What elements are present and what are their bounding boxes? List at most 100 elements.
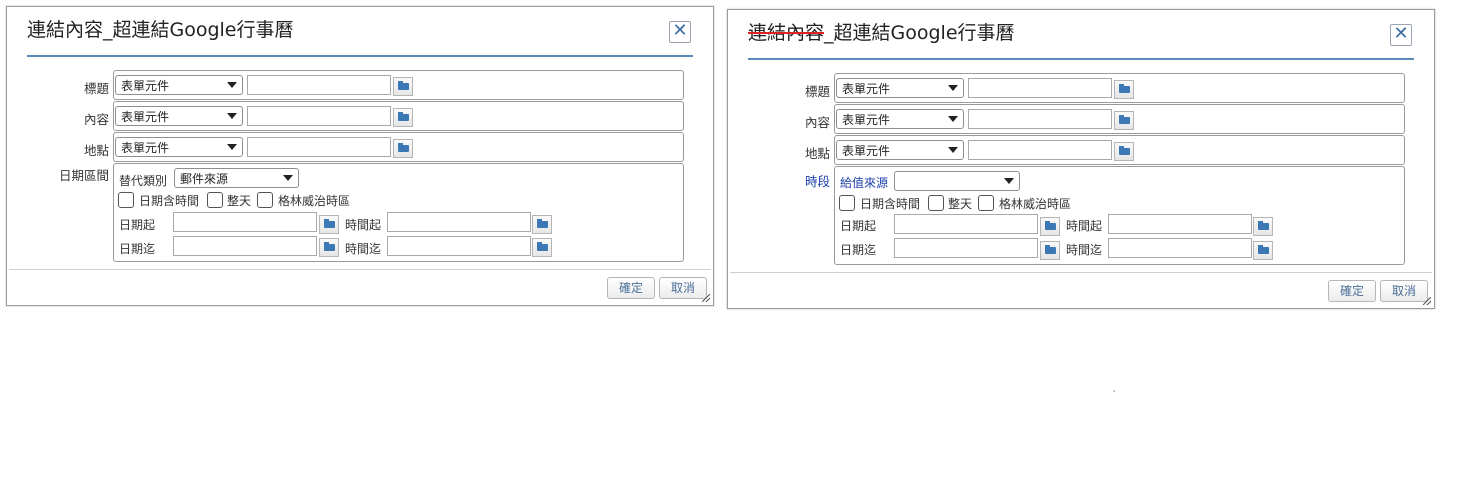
- content-input[interactable]: [968, 109, 1112, 129]
- gmt-checkbox[interactable]: [257, 192, 273, 208]
- folder-icon: [1119, 115, 1130, 124]
- content-input[interactable]: [247, 106, 391, 126]
- folder-icon: [324, 219, 335, 228]
- resize-grip-icon[interactable]: [1423, 297, 1431, 305]
- folder-icon: [537, 242, 548, 251]
- date-start-input[interactable]: [894, 214, 1038, 234]
- folder-icon: [1258, 245, 1269, 254]
- dialog-title: 連結內容_超連結Google行事曆: [748, 18, 1015, 45]
- date-time-label: 日期含時間: [139, 194, 200, 208]
- label-title: 標題: [804, 84, 830, 99]
- chevron-down-icon: [227, 144, 237, 150]
- title-rest-text: _超連結Google行事曆: [824, 22, 1015, 44]
- folder-icon: [1258, 221, 1269, 230]
- title-source-select[interactable]: 表單元件: [115, 75, 243, 95]
- time-end-input[interactable]: [1108, 238, 1252, 258]
- resize-grip-icon[interactable]: [702, 294, 710, 302]
- chevron-down-icon: [283, 175, 293, 181]
- date-time-checkbox[interactable]: [118, 192, 134, 208]
- date-end-picker[interactable]: [319, 238, 339, 257]
- time-end-picker[interactable]: [1253, 241, 1273, 260]
- alt-type-label: 替代類別: [119, 174, 168, 188]
- dialog-left: 連結內容_超連結Google行事曆 ✕ 標題 表單元件 內容 表單元件 地點 表…: [6, 6, 714, 306]
- content-picker-button[interactable]: [393, 108, 413, 127]
- location-source-select[interactable]: 表單元件: [836, 140, 964, 160]
- folder-icon: [1045, 221, 1056, 230]
- date-start-picker[interactable]: [319, 215, 339, 234]
- date-start-picker[interactable]: [1040, 217, 1060, 236]
- title-source-select[interactable]: 表單元件: [836, 78, 964, 98]
- location-source-select[interactable]: 表單元件: [115, 137, 243, 157]
- chevron-down-icon: [1004, 178, 1014, 184]
- ok-button[interactable]: 確定: [607, 277, 655, 299]
- footer-divider: [9, 269, 711, 270]
- ok-button[interactable]: 確定: [1328, 280, 1376, 302]
- all-day-checkbox[interactable]: [207, 192, 223, 208]
- close-icon[interactable]: ✕: [669, 21, 691, 43]
- title-picker-button[interactable]: [1114, 80, 1134, 99]
- date-start-label: 日期起: [840, 219, 877, 233]
- folder-icon: [398, 112, 409, 121]
- chevron-down-icon: [227, 113, 237, 119]
- title-picker-button[interactable]: [393, 77, 413, 96]
- all-day-checkbox[interactable]: [928, 195, 944, 211]
- select-value: 郵件來源: [180, 172, 229, 186]
- date-end-picker[interactable]: [1040, 241, 1060, 260]
- title-input[interactable]: [247, 75, 391, 95]
- label-location: 地點: [83, 143, 109, 158]
- gmt-label: 格林威治時區: [999, 197, 1072, 211]
- cancel-button[interactable]: 取消: [659, 277, 707, 299]
- time-end-input[interactable]: [387, 236, 531, 256]
- all-day-label: 整天: [227, 194, 252, 208]
- title-divider: [27, 55, 693, 57]
- label-title: 標題: [83, 81, 109, 96]
- select-value: 表單元件: [121, 79, 170, 93]
- location-input[interactable]: [968, 140, 1112, 160]
- chevron-down-icon: [948, 116, 958, 122]
- folder-icon: [1119, 146, 1130, 155]
- gmt-checkbox[interactable]: [978, 195, 994, 211]
- content-source-select[interactable]: 表單元件: [836, 109, 964, 129]
- all-day-label: 整天: [948, 197, 973, 211]
- time-start-input[interactable]: [387, 212, 531, 232]
- select-value: 表單元件: [121, 141, 170, 155]
- date-time-label: 日期含時間: [860, 197, 921, 211]
- folder-icon: [1119, 84, 1130, 93]
- select-value: 表單元件: [121, 110, 170, 124]
- date-start-label: 日期起: [119, 218, 156, 232]
- time-start-input[interactable]: [1108, 214, 1252, 234]
- label-location: 地點: [804, 146, 830, 161]
- chevron-down-icon: [227, 82, 237, 88]
- date-end-input[interactable]: [173, 236, 317, 256]
- folder-icon: [1045, 245, 1056, 254]
- time-end-label: 時間迄: [1066, 243, 1103, 257]
- location-picker-button[interactable]: [393, 139, 413, 158]
- cancel-button[interactable]: 取消: [1380, 280, 1428, 302]
- value-source-select[interactable]: [894, 171, 1020, 191]
- stray-mark: `: [1112, 390, 1117, 401]
- time-start-picker[interactable]: [532, 215, 552, 234]
- time-end-picker[interactable]: [532, 238, 552, 257]
- footer-divider: [730, 272, 1432, 273]
- value-source-label: 給值來源: [840, 176, 889, 190]
- folder-icon: [398, 81, 409, 90]
- time-start-picker[interactable]: [1253, 217, 1273, 236]
- select-value: 表單元件: [842, 113, 891, 127]
- date-end-input[interactable]: [894, 238, 1038, 258]
- title-input[interactable]: [968, 78, 1112, 98]
- chevron-down-icon: [948, 85, 958, 91]
- location-input[interactable]: [247, 137, 391, 157]
- date-end-label: 日期迄: [840, 243, 877, 257]
- location-picker-button[interactable]: [1114, 142, 1134, 161]
- date-start-input[interactable]: [173, 212, 317, 232]
- gmt-label: 格林威治時區: [278, 194, 351, 208]
- folder-icon: [398, 143, 409, 152]
- time-end-label: 時間迄: [345, 242, 382, 256]
- dialog-right: 連結內容_超連結Google行事曆 ✕ 標題 表單元件 內容 表單元件 地點 表…: [727, 9, 1435, 309]
- alt-type-select[interactable]: 郵件來源: [174, 168, 299, 188]
- close-icon[interactable]: ✕: [1390, 24, 1412, 46]
- content-picker-button[interactable]: [1114, 111, 1134, 130]
- date-time-checkbox[interactable]: [839, 195, 855, 211]
- time-start-label: 時間起: [1066, 219, 1103, 233]
- content-source-select[interactable]: 表單元件: [115, 106, 243, 126]
